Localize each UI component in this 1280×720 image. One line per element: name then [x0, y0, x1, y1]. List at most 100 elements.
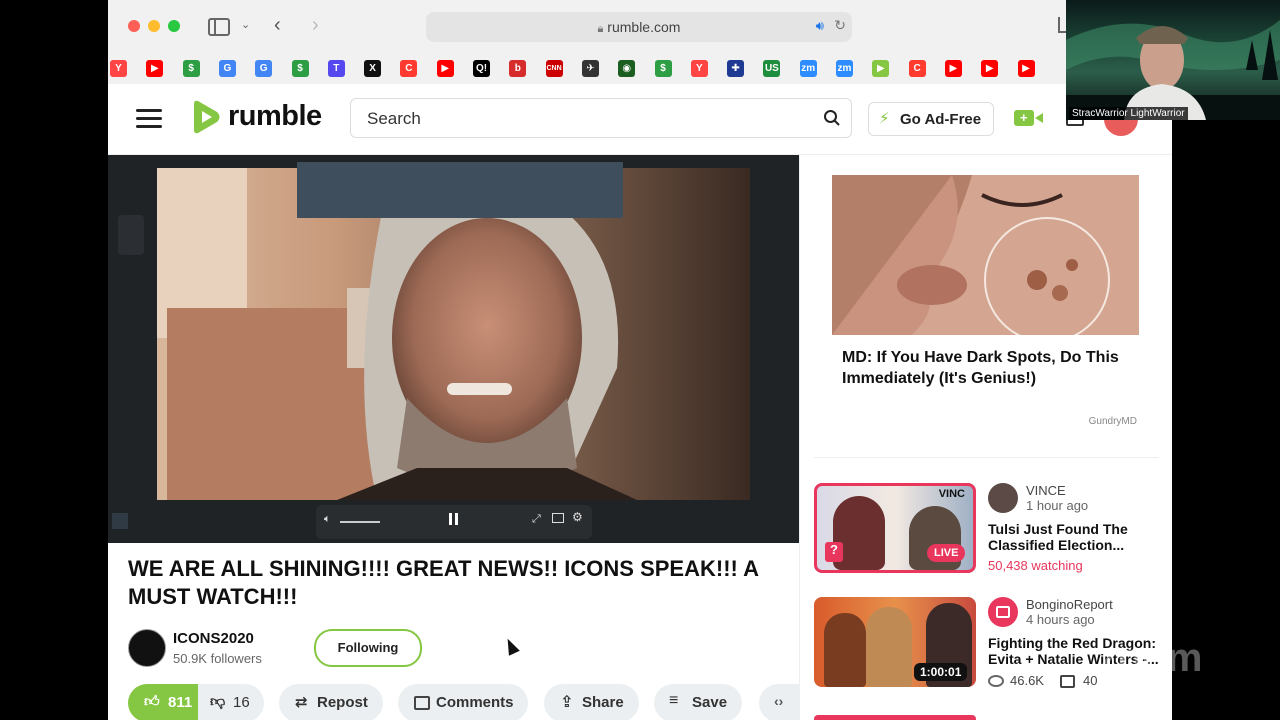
- volume-icon[interactable]: 🔈︎: [324, 513, 331, 526]
- save-button[interactable]: ≡ Save: [654, 684, 742, 720]
- ad-headline[interactable]: MD: If You Have Dark Spots, Do This Imme…: [842, 347, 1142, 389]
- mouse-cursor: [502, 636, 520, 656]
- close-window-button[interactable]: [128, 20, 140, 32]
- reload-icon[interactable]: ↻: [834, 17, 846, 34]
- channel-avatar[interactable]: [988, 483, 1018, 513]
- dislike-button[interactable]: 👎︎ 16: [198, 684, 264, 720]
- watching-count: 50,438 watching: [988, 558, 1083, 573]
- cnn-icon[interactable]: CNN: [545, 60, 563, 77]
- video-title[interactable]: Tulsi Just Found The Classified Election…: [988, 521, 1168, 553]
- sidebar-toggle-icon[interactable]: [208, 18, 230, 36]
- webcam-name-label: StracWarrior LightWarrior: [1069, 107, 1188, 120]
- zm-icon[interactable]: zm: [799, 60, 817, 77]
- rumble-logo[interactable]: rumble: [190, 100, 340, 136]
- comment-bubble-icon: [1060, 675, 1075, 688]
- q-icon[interactable]: Q!: [473, 60, 490, 77]
- speaker-icon[interactable]: 🔊︎: [816, 18, 824, 34]
- address-bar[interactable]: 🔒︎ rumble.com 🔊︎ ↻: [426, 12, 852, 42]
- thumbs-up-icon: 👍︎: [144, 693, 160, 710]
- settings-gear-icon[interactable]: ⚙︎: [572, 510, 583, 524]
- repost-button[interactable]: ⇄ Repost: [279, 684, 383, 720]
- ad-sponsor: GundryMD: [1088, 416, 1137, 427]
- dollar-s-icon[interactable]: $: [291, 60, 309, 77]
- zm-icon[interactable]: zm: [836, 60, 853, 77]
- like-button[interactable]: 👍︎ 811: [128, 684, 198, 720]
- search-input[interactable]: Search: [350, 98, 852, 138]
- yandex-icon[interactable]: Y: [690, 60, 708, 77]
- youtube-icon[interactable]: ▶: [436, 60, 454, 77]
- embed-code-icon: ‹›: [774, 693, 784, 709]
- forward-icon[interactable]: ›: [312, 14, 319, 37]
- refresh-icon[interactable]: C: [908, 60, 926, 77]
- comments-button[interactable]: Comments: [398, 684, 528, 720]
- youtube-icon[interactable]: ▶: [1017, 60, 1035, 77]
- question-mark-icon: ?: [825, 542, 843, 562]
- list-item[interactable]: ? VINC LIVE VINCE 1 hour ago Tulsi Just …: [800, 481, 1172, 577]
- video-player[interactable]: 🔈︎ ⤢ ⚙︎: [108, 155, 799, 543]
- save-label: Save: [692, 694, 728, 711]
- bookmarks-bar: Y ▶ $ G G $ T X C ▶ Q! b CNN ✈ ◉ $ Y ✚ US zm zm ▶ C ▶ ▶ ▶: [108, 54, 1172, 85]
- truth-social-icon[interactable]: T: [327, 60, 345, 77]
- google-icon[interactable]: G: [218, 60, 236, 77]
- thumbs-down-icon: 👎︎: [210, 693, 226, 710]
- sidebar-divider: [814, 457, 1159, 458]
- globe-icon[interactable]: ◉: [618, 60, 636, 77]
- webcam-feed-image: [1066, 20, 1280, 120]
- follow-button[interactable]: Following: [314, 629, 422, 667]
- ad-image: [832, 175, 1139, 335]
- share-button[interactable]: ⇪ Share: [544, 684, 639, 720]
- comment-bubble-icon: [414, 696, 430, 710]
- refresh-icon[interactable]: C: [400, 60, 418, 77]
- repost-icon: ⇄: [295, 694, 308, 711]
- player-controls[interactable]: 🔈︎ ⤢ ⚙︎: [316, 505, 592, 539]
- news-icon: [996, 606, 1010, 618]
- upload-time: 1 hour ago: [1026, 498, 1089, 513]
- jet-icon[interactable]: ✈: [581, 60, 599, 77]
- video-overlay-banner: [297, 162, 623, 218]
- pause-icon[interactable]: [448, 513, 460, 527]
- x-icon[interactable]: X: [364, 60, 382, 77]
- minimize-window-button[interactable]: [148, 20, 160, 32]
- webcam-overlay: StracWarrior LightWarrior: [1066, 0, 1280, 120]
- share-label: Share: [582, 694, 624, 711]
- us-icon[interactable]: US: [763, 60, 781, 77]
- next-item-peek: [814, 715, 976, 720]
- upload-video-icon[interactable]: +: [1014, 110, 1043, 126]
- comments-label: Comments: [436, 694, 514, 711]
- picture-in-picture-icon[interactable]: [552, 513, 564, 523]
- repost-label: Repost: [317, 694, 368, 711]
- youtube-icon[interactable]: ▶: [981, 60, 999, 77]
- volume-slider[interactable]: [340, 521, 380, 523]
- site-header: rumble Search ⚡︎ Go Ad-Free +: [108, 84, 1172, 155]
- uk-flag-icon[interactable]: ✚: [727, 60, 745, 77]
- google-icon[interactable]: G: [255, 60, 273, 77]
- go-ad-free-button[interactable]: ⚡︎ Go Ad-Free: [868, 102, 994, 136]
- b-icon[interactable]: b: [509, 60, 527, 77]
- youtube-icon[interactable]: ▶: [146, 60, 164, 77]
- menu-icon[interactable]: [108, 84, 178, 154]
- rumble-icon[interactable]: ▶: [872, 60, 890, 77]
- video-thumbnail[interactable]: ? VINC LIVE: [814, 483, 976, 573]
- zoom-window-button[interactable]: [168, 20, 180, 32]
- youtube-icon[interactable]: ▶: [944, 60, 962, 77]
- back-icon[interactable]: ‹: [274, 14, 281, 37]
- comment-count: 40: [1083, 673, 1098, 688]
- yandex-icon[interactable]: Y: [110, 60, 127, 77]
- channel-name[interactable]: ICONS2020: [173, 630, 254, 647]
- dollar-s-icon[interactable]: $: [182, 60, 200, 77]
- browser-window: ⌄ ‹ › 🔒︎ rumble.com 🔊︎ ↻ Y ▶ $ G G $ T X C ▶ Q! b CN…: [108, 0, 1172, 720]
- search-icon[interactable]: [823, 109, 841, 127]
- playlist-add-icon: ≡: [669, 692, 679, 709]
- channel-avatar[interactable]: [128, 629, 166, 667]
- chevron-down-icon[interactable]: ⌄: [241, 18, 250, 31]
- live-badge: LIVE: [927, 544, 966, 562]
- video-thumbnail[interactable]: 1:00:01: [814, 597, 976, 687]
- go-ad-free-label: Go Ad-Free: [900, 111, 982, 128]
- rumble-logo-icon: [194, 100, 220, 134]
- channel-name[interactable]: BonginoReport: [1026, 597, 1113, 612]
- dollar-s-icon[interactable]: $: [654, 60, 672, 77]
- ad-card[interactable]: MD: If You Have Dark Spots, Do This Imme…: [800, 155, 1172, 455]
- channel-name[interactable]: VINCE: [1026, 483, 1066, 498]
- fullscreen-icon[interactable]: ⤢: [532, 513, 541, 526]
- channel-avatar[interactable]: [988, 597, 1018, 627]
